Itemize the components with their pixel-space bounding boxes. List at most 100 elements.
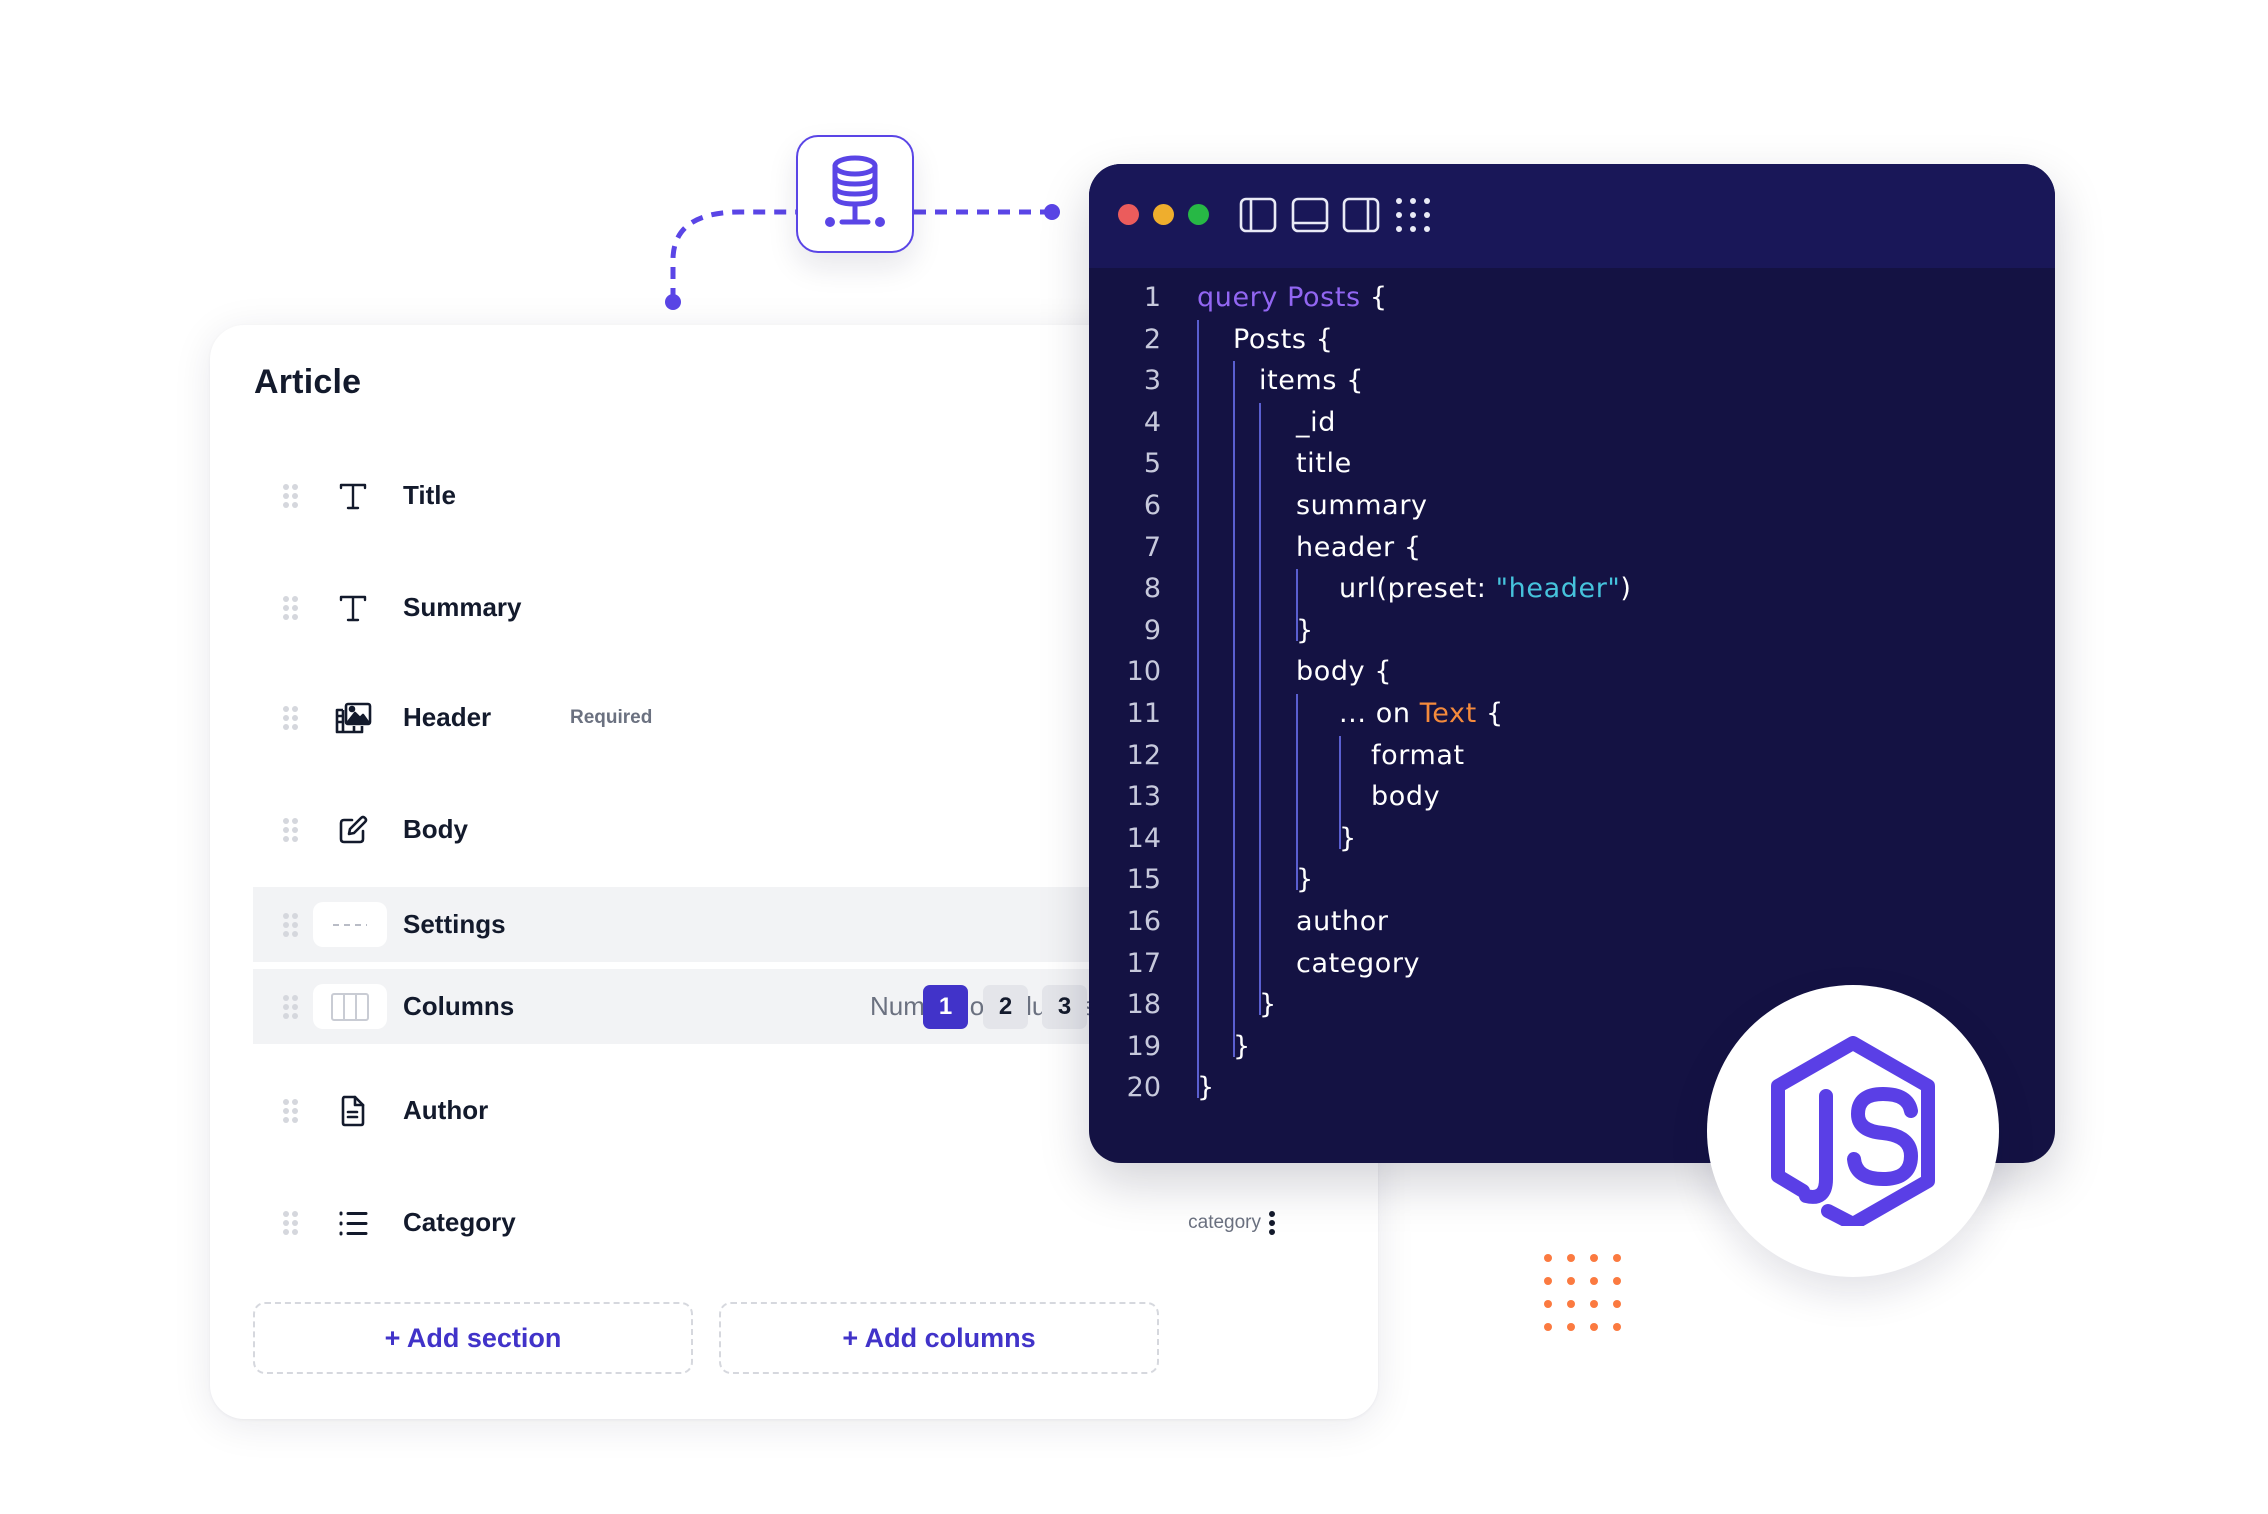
code-line: format <box>1371 740 1465 771</box>
code-token: } <box>1197 1072 1215 1104</box>
window-titlebar <box>1089 164 2055 268</box>
field-label: Settings <box>403 909 506 939</box>
code-line: query Posts { <box>1197 282 1388 313</box>
code-token: category <box>1296 947 1421 979</box>
drag-handle-icon[interactable] <box>283 1098 298 1123</box>
code-line: summary <box>1296 490 1428 521</box>
column-count-button-1[interactable]: 1 <box>923 984 968 1029</box>
code-token: body <box>1371 781 1441 813</box>
sidebar-left-icon[interactable] <box>1239 196 1277 234</box>
code-token: } <box>1233 1030 1251 1062</box>
edit-pencil-icon <box>333 810 373 850</box>
line-number: 11 <box>1126 698 1161 729</box>
line-number: 3 <box>1143 365 1161 397</box>
indent-guide <box>1233 361 1235 1057</box>
columns-icon <box>313 984 387 1029</box>
line-number: 13 <box>1126 781 1161 813</box>
code-token: format <box>1371 739 1465 771</box>
field-label: Body <box>403 814 468 844</box>
line-number: 15 <box>1126 864 1161 896</box>
code-token: items { <box>1259 365 1365 397</box>
database-node <box>796 135 914 253</box>
line-number: 9 <box>1143 614 1161 646</box>
add-columns-button[interactable]: + Add columns <box>719 1302 1159 1374</box>
code-line: body <box>1371 781 1440 812</box>
field-label: Header <box>403 702 492 732</box>
code-token: body { <box>1296 656 1393 688</box>
close-window-button[interactable] <box>1118 204 1139 225</box>
sidebar-right-icon[interactable] <box>1342 196 1380 234</box>
code-line: } <box>1296 615 1314 646</box>
drag-handle-icon[interactable] <box>283 595 298 620</box>
line-number: 17 <box>1126 947 1161 979</box>
line-number: 19 <box>1126 1030 1161 1062</box>
drag-handle-icon[interactable] <box>283 994 298 1019</box>
code-token: } <box>1259 989 1277 1021</box>
line-number: 1 <box>1143 282 1161 313</box>
field-label: Columns <box>403 991 515 1021</box>
line-number: 4 <box>1143 406 1161 438</box>
field-label: Author <box>403 1095 489 1125</box>
code-token: } <box>1339 822 1357 854</box>
line-number: 2 <box>1143 323 1161 355</box>
required-badge: Required <box>570 706 653 728</box>
connector-dot-start <box>665 294 681 310</box>
text-type-icon <box>333 476 373 516</box>
line-number: 12 <box>1126 739 1161 771</box>
field-row-category[interactable]: Category category <box>253 1185 1343 1260</box>
code-token: ) <box>1620 573 1632 605</box>
connector-dot-end <box>1044 204 1060 220</box>
line-number: 14 <box>1126 822 1161 854</box>
code-token: title <box>1296 448 1352 480</box>
indent-guide <box>1197 319 1199 1099</box>
code-token: _id <box>1296 406 1336 438</box>
code-token: { <box>1360 282 1388 313</box>
code-line: title <box>1296 448 1352 479</box>
image-gallery-icon <box>333 698 373 738</box>
code-token: summary <box>1296 490 1428 521</box>
drag-handle-icon[interactable] <box>283 1210 298 1235</box>
code-token: { <box>1476 698 1504 729</box>
field-label: Title <box>403 480 456 510</box>
divider-icon <box>313 902 387 947</box>
code-line: url(preset: "header") <box>1339 573 1632 604</box>
code-token: } <box>1296 864 1314 896</box>
js-badge <box>1707 985 1999 1277</box>
column-count-button-2[interactable]: 2 <box>983 984 1028 1029</box>
maximize-window-button[interactable] <box>1188 204 1209 225</box>
line-number: 8 <box>1143 573 1161 605</box>
code-line: author <box>1296 906 1389 937</box>
code-token: query Posts <box>1197 282 1361 313</box>
column-count-button-3[interactable]: 3 <box>1042 984 1087 1029</box>
database-icon <box>825 155 885 227</box>
minimize-window-button[interactable] <box>1153 204 1174 225</box>
code-line: ... on Text { <box>1339 698 1504 729</box>
panel-bottom-icon[interactable] <box>1291 196 1329 234</box>
code-line: _id <box>1296 407 1336 438</box>
grid-dots-icon[interactable] <box>1394 196 1432 234</box>
line-number: 6 <box>1143 490 1161 521</box>
code-line: } <box>1197 1072 1215 1103</box>
code-token: Text <box>1419 698 1477 729</box>
drag-handle-icon[interactable] <box>283 912 298 937</box>
code-line: } <box>1296 864 1314 895</box>
code-line: } <box>1339 823 1357 854</box>
field-label: Summary <box>403 592 522 622</box>
add-section-button[interactable]: + Add section <box>253 1302 693 1374</box>
code-token: Posts { <box>1233 323 1334 355</box>
drag-handle-icon[interactable] <box>283 705 298 730</box>
code-token: header { <box>1296 531 1422 563</box>
drag-handle-icon[interactable] <box>283 483 298 508</box>
more-options-icon[interactable] <box>1269 1210 1275 1235</box>
document-icon <box>333 1091 373 1131</box>
indent-guide <box>1259 402 1261 1016</box>
code-line: header { <box>1296 532 1422 563</box>
line-number: 7 <box>1143 531 1161 563</box>
code-token: ... on <box>1339 698 1420 729</box>
code-line: body { <box>1296 656 1392 687</box>
indent-guide <box>1339 735 1341 849</box>
field-slug: category <box>1188 1211 1261 1233</box>
code-token: url(preset: <box>1339 573 1496 605</box>
indent-guide <box>1296 694 1298 891</box>
drag-handle-icon[interactable] <box>283 817 298 842</box>
